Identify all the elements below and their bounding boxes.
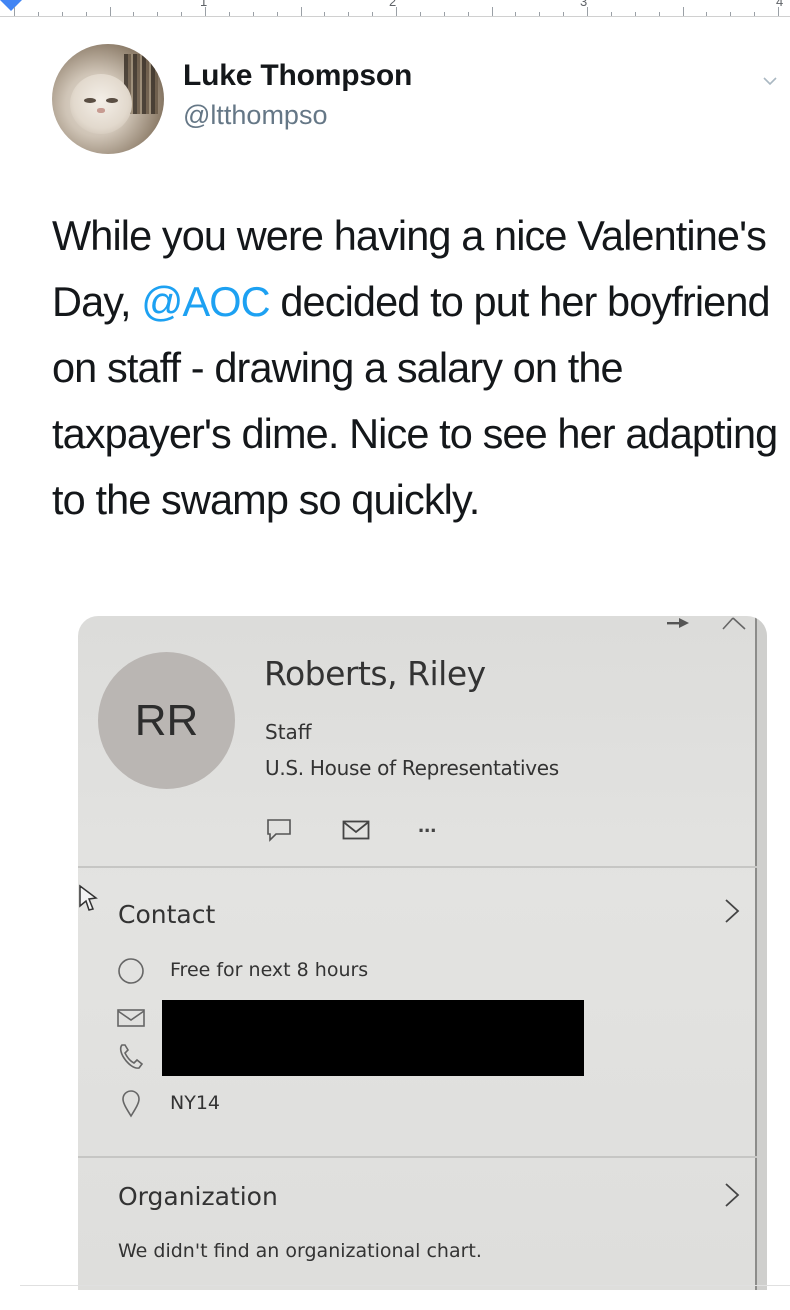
availability-status-icon bbox=[118, 958, 144, 984]
chat-icon bbox=[267, 819, 291, 842]
ruler-number: 4 bbox=[776, 0, 784, 9]
ruler-tick bbox=[491, 7, 493, 16]
pin-icon bbox=[667, 618, 689, 628]
ruler-tick bbox=[324, 12, 326, 16]
ruler-tick bbox=[515, 12, 517, 16]
contact-title: Staff bbox=[265, 720, 312, 744]
ruler-tick bbox=[157, 12, 159, 16]
contact-section-title: Contact bbox=[118, 900, 216, 929]
contact-initials: RR bbox=[134, 696, 199, 745]
profile-avatar[interactable] bbox=[52, 44, 164, 154]
redaction-box bbox=[162, 1000, 584, 1076]
ruler-tick bbox=[706, 12, 708, 16]
ruler-tick bbox=[658, 12, 660, 16]
attached-photo[interactable]: RR Roberts, Riley Staff U.S. House of Re… bbox=[78, 616, 767, 1290]
ruler-tick bbox=[109, 7, 111, 16]
organization-message: We didn't find an organizational chart. bbox=[118, 1240, 482, 1262]
ruler-number: 3 bbox=[580, 0, 588, 9]
ruler-tick bbox=[181, 12, 183, 16]
organization-section-title: Organization bbox=[118, 1182, 278, 1211]
email-icon bbox=[117, 1009, 145, 1027]
more-icon: ... bbox=[418, 812, 437, 837]
tweet-divider bbox=[20, 1285, 790, 1286]
phone-icon bbox=[119, 1044, 144, 1069]
ruler-tick bbox=[539, 12, 541, 16]
location-text: NY14 bbox=[170, 1092, 220, 1114]
ruler-number: 2 bbox=[389, 0, 397, 9]
contact-avatar: RR bbox=[98, 652, 235, 789]
availability-text: Free for next 8 hours bbox=[170, 959, 369, 981]
document-ruler: 1 2 3 4 bbox=[0, 0, 790, 17]
ruler-tick bbox=[300, 7, 302, 16]
ruler-tick bbox=[754, 12, 756, 16]
chevron-right-icon bbox=[725, 899, 740, 923]
contact-organization: U.S. House of Representatives bbox=[265, 756, 559, 780]
mention-link[interactable]: @AOC bbox=[141, 278, 270, 325]
ruler-tick bbox=[634, 12, 636, 16]
ruler-tick bbox=[372, 12, 374, 16]
ruler-tick bbox=[467, 12, 469, 16]
ruler-tick bbox=[563, 12, 565, 16]
chevron-down-icon[interactable] bbox=[763, 74, 777, 88]
ruler-tick bbox=[61, 12, 63, 16]
mouse-cursor-icon bbox=[79, 884, 98, 911]
ruler-tick bbox=[610, 12, 612, 16]
ruler-tick bbox=[419, 12, 421, 16]
ruler-tick bbox=[730, 12, 732, 16]
location-pin-icon bbox=[122, 1090, 140, 1118]
ruler-tick bbox=[14, 7, 15, 16]
ruler-tick bbox=[348, 12, 350, 16]
contact-name: Roberts, Riley bbox=[264, 654, 486, 693]
divider bbox=[78, 1156, 757, 1158]
ruler-tick bbox=[682, 7, 684, 16]
card-edge bbox=[755, 616, 767, 1290]
divider bbox=[78, 866, 757, 868]
ruler-tick bbox=[252, 12, 254, 16]
cat-face bbox=[70, 74, 132, 134]
tweet-text: While you were having a nice Valentine's… bbox=[52, 203, 787, 533]
ruler-tick bbox=[228, 12, 230, 16]
user-handle[interactable]: @ltthompso bbox=[183, 100, 327, 131]
ruler-tick bbox=[85, 12, 87, 16]
display-name[interactable]: Luke Thompson bbox=[183, 59, 412, 93]
ruler-tick bbox=[276, 12, 278, 16]
ruler-tick bbox=[37, 12, 39, 16]
chevron-right-icon bbox=[725, 1183, 740, 1207]
indent-marker[interactable] bbox=[0, 0, 22, 11]
ruler-tick bbox=[133, 12, 135, 16]
close-icon bbox=[722, 617, 746, 630]
mail-icon bbox=[342, 820, 370, 840]
ruler-tick bbox=[443, 12, 445, 16]
ruler-number: 1 bbox=[200, 0, 208, 9]
